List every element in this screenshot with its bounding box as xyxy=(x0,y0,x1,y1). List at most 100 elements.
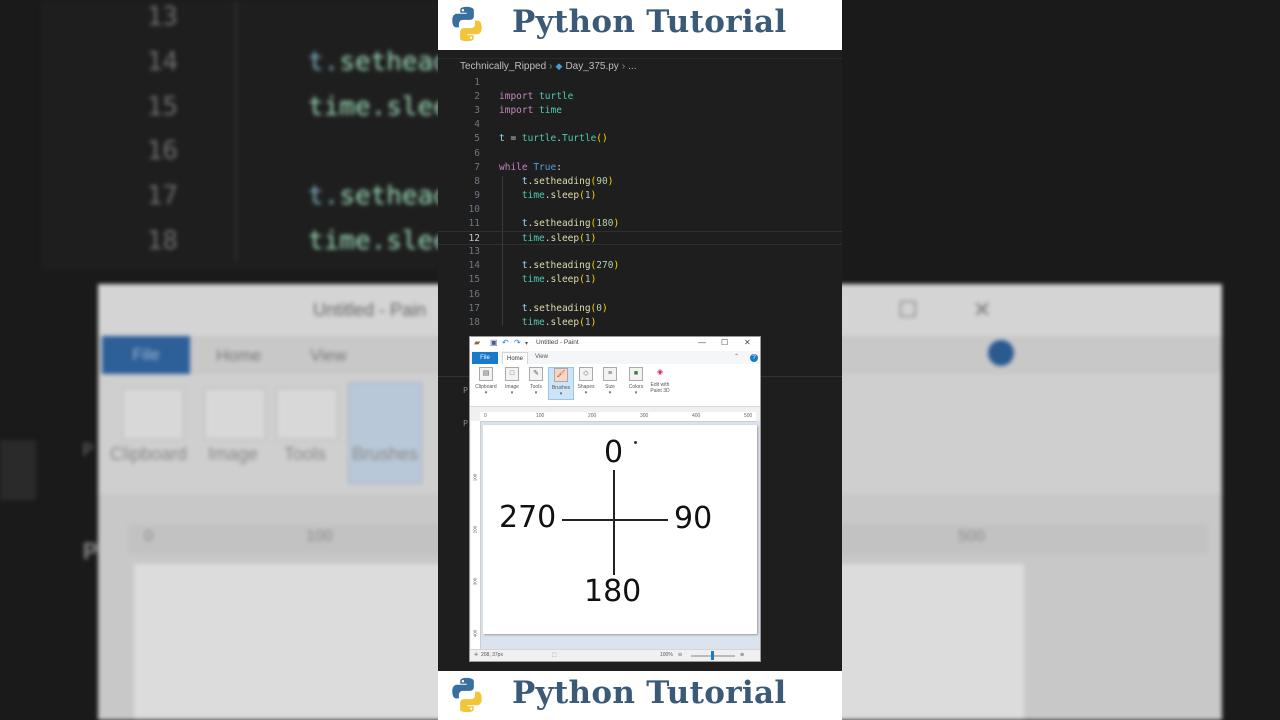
ribbon-group-edit-with-paint-3d[interactable]: ◉ Edit with Paint 3D xyxy=(648,367,672,394)
chevron-down-icon: ▾ xyxy=(559,391,563,397)
ribbon-group-shapes[interactable]: ◇ Shapes ▾ xyxy=(574,367,598,396)
ruler-tick-label: 400 xyxy=(692,413,701,419)
code-line[interactable]: 8 t.setheading(90) xyxy=(438,175,842,189)
tab-home[interactable]: Home xyxy=(502,352,528,364)
clipboard-icon xyxy=(122,388,184,440)
code-line[interactable]: 3 import time xyxy=(438,104,842,118)
code-text: import time xyxy=(499,104,562,118)
ruler-tick-label: 500 xyxy=(744,413,753,419)
breadcrumb[interactable]: Technically_Ripped › ◆ Day_375.py ›... xyxy=(460,61,637,72)
paint-app-icon: ▰ xyxy=(474,338,481,347)
line-number: 17 xyxy=(146,181,178,211)
code-line[interactable]: 7 while True: xyxy=(438,161,842,175)
code-line[interactable]: 17 t.setheading(0) xyxy=(438,302,842,316)
code-text: t.setheading(180) xyxy=(499,217,619,231)
code-token: while xyxy=(499,161,534,173)
background-code-editor: 13 14 t.setheadi 15 time.sleep 16 17 t.s… xyxy=(40,0,465,270)
ribbon-group-colors[interactable]: ■ Colors ▾ xyxy=(624,367,648,396)
help-icon[interactable]: ? xyxy=(750,354,758,362)
paint3d-icon: ◉ xyxy=(656,369,664,376)
code-token: True xyxy=(533,161,557,173)
code-line[interactable]: 14 t.setheading(270) xyxy=(438,259,842,273)
background-letter: P xyxy=(82,440,93,461)
line-number: 3 xyxy=(474,105,480,117)
selection-size-icon: ⬚ xyxy=(552,652,557,658)
code-token: = xyxy=(510,133,522,145)
zoom-slider-thumb[interactable] xyxy=(711,651,714,660)
code-token: setheading xyxy=(533,260,591,272)
ribbon-group-clipboard[interactable]: ▤ Clipboard ▾ xyxy=(474,367,498,396)
code-text: t.setheading(0) xyxy=(499,302,608,316)
undo-icon[interactable]: ↶ xyxy=(502,338,509,347)
python-file-icon: ◆ xyxy=(555,61,563,71)
code-line[interactable]: 16 xyxy=(438,288,842,302)
size-icon: ≡ xyxy=(603,367,617,381)
redo-icon[interactable]: ↷ xyxy=(514,338,521,347)
ribbon-group-size[interactable]: ≡ Size ▾ xyxy=(598,367,622,396)
chevron-down-icon: ▾ xyxy=(510,390,514,396)
code-line[interactable]: 6 xyxy=(438,147,842,161)
brush-icon: 🖌 xyxy=(554,368,568,382)
code-token: t xyxy=(499,175,528,187)
code-line[interactable]: 5 t = turtle.Turtle() xyxy=(438,132,842,146)
close-icon[interactable]: ✕ xyxy=(744,338,751,347)
code-token: 270 xyxy=(596,260,614,272)
breadcrumb-folder[interactable]: Technically_Ripped xyxy=(460,61,546,72)
cursor-coordinates: 208, 37px xyxy=(481,652,503,658)
code-token: 90 xyxy=(596,175,608,187)
code-token: ) xyxy=(602,302,608,314)
code-line[interactable]: 15 time.sleep(1) xyxy=(438,273,842,287)
code-token: turtle xyxy=(539,91,574,103)
save-icon[interactable]: ▣ xyxy=(490,338,498,347)
ribbon-group-label: Edit with Paint 3D xyxy=(650,382,670,394)
code-text: time.sleep(1) xyxy=(499,189,596,203)
minimize-icon[interactable]: — xyxy=(698,338,706,347)
banner-title: Python Tutorial xyxy=(512,675,787,711)
code-line[interactable]: 11 t.setheading(180) xyxy=(438,217,842,231)
python-logo-icon xyxy=(452,6,482,42)
paint-window[interactable]: ▰ ▣ ↶ ↷ ▾ Untitled - Paint — ☐ ✕ File Ho… xyxy=(469,336,761,662)
code-text: while True: xyxy=(499,161,562,175)
shapes-icon: ◇ xyxy=(579,367,593,381)
code-line[interactable]: 12 time.sleep(1) xyxy=(438,231,842,246)
chevron-down-icon: ▾ xyxy=(534,390,538,396)
code-line[interactable]: 9 time.sleep(1) xyxy=(438,189,842,203)
clipboard-icon: ▤ xyxy=(479,367,493,381)
tab-view[interactable]: View xyxy=(535,354,548,360)
breadcrumb-more[interactable]: ... xyxy=(628,61,636,72)
code-token: time xyxy=(499,316,545,328)
code-token: ) xyxy=(613,260,620,272)
ribbon-group-tools[interactable]: ✎ Tools ▾ xyxy=(524,367,548,396)
chevron-down-icon: ▾ xyxy=(484,390,488,396)
chevron-right-icon: › xyxy=(621,61,626,72)
code-text: t = turtle.Turtle() xyxy=(499,132,608,146)
code-line[interactable]: 4 xyxy=(438,118,842,132)
tab-file[interactable]: File xyxy=(472,352,498,364)
code-token: ) xyxy=(590,233,597,245)
customize-qat-icon[interactable]: ▾ xyxy=(525,340,528,347)
image-icon: □ xyxy=(505,367,519,381)
maximize-icon[interactable]: ☐ xyxy=(721,338,728,347)
ribbon-group-brushes[interactable]: 🖌 Brushes ▾ xyxy=(548,367,574,400)
collapse-ribbon-icon[interactable]: ⌃ xyxy=(734,353,739,360)
breadcrumb-file[interactable]: Day_375.py xyxy=(565,61,618,72)
code-line[interactable]: 10 xyxy=(438,203,842,217)
zoom-in-button[interactable]: ⊕ xyxy=(740,652,744,658)
line-number: 15 xyxy=(146,92,178,122)
code-line[interactable]: 2 import turtle xyxy=(438,90,842,104)
code-line[interactable]: 1 xyxy=(438,76,842,90)
code-line[interactable]: 13 xyxy=(438,245,842,259)
chevron-down-icon: ▾ xyxy=(608,390,612,396)
code-token: setheading xyxy=(533,302,591,314)
code-line[interactable]: 18 time.sleep(1) xyxy=(438,316,842,330)
zoom-out-button[interactable]: ⊖ xyxy=(678,652,682,658)
code-editor[interactable]: 1 2 import turtle 3 import time 4 5 t = turtle.… xyxy=(438,76,842,346)
cursor-icon: ✛ xyxy=(474,652,479,658)
ruler-tick-label: 100 xyxy=(536,413,545,419)
chevron-down-icon: ▾ xyxy=(634,390,638,396)
ribbon-group-image[interactable]: □ Image ▾ xyxy=(500,367,524,396)
code-token: ) xyxy=(590,189,597,201)
code-token: t xyxy=(499,133,511,145)
ruler-tick-label: 0 xyxy=(484,413,487,419)
code-token: time xyxy=(499,189,545,201)
